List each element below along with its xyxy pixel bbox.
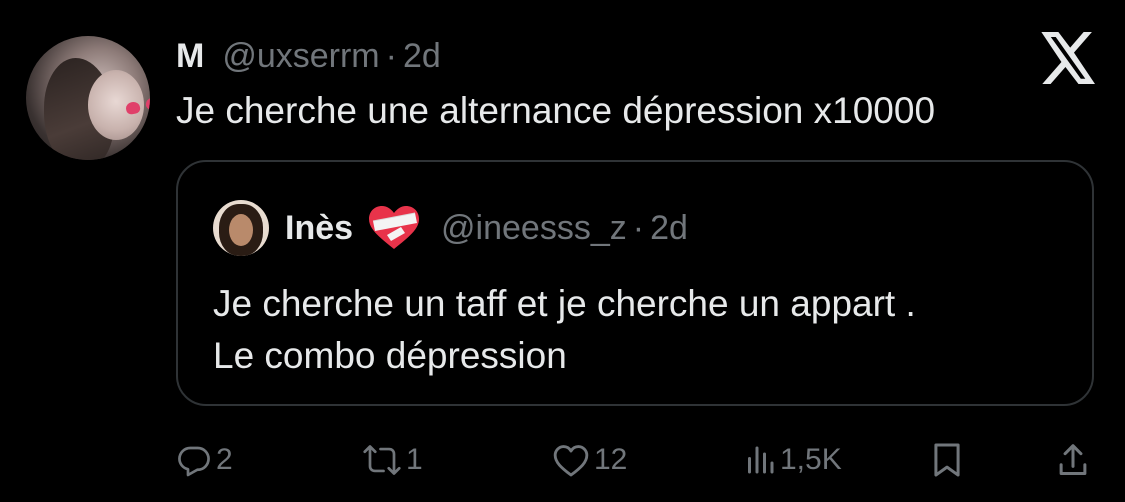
views-icon	[748, 446, 774, 474]
author-avatar[interactable]	[26, 36, 150, 160]
repost-icon	[363, 445, 401, 475]
views-button[interactable]: 1,5K	[744, 434, 842, 486]
reply-button[interactable]: 2	[176, 434, 233, 486]
share-icon	[1059, 444, 1087, 475]
author-handle[interactable]: @uxserrm	[222, 37, 379, 76]
bookmark-button[interactable]	[930, 434, 964, 486]
mending-heart-emoji	[369, 206, 420, 249]
quoted-tweet[interactable]: Inès @ineesss_z · 2d Je cherche un taff …	[176, 160, 1094, 406]
author-name[interactable]: M	[176, 37, 204, 76]
quoted-separator-dot: ·	[632, 208, 645, 247]
reply-icon	[178, 446, 210, 477]
quoted-author-handle[interactable]: @ineesss_z	[441, 209, 627, 248]
repost-count: 1	[406, 443, 423, 476]
views-count: 1,5K	[780, 443, 842, 476]
tweet-time[interactable]: 2d	[403, 37, 441, 76]
separator-dot: ·	[385, 36, 397, 75]
quoted-text-line-1: Je cherche un taff et je cherche un appa…	[213, 283, 916, 324]
quoted-tweet-time[interactable]: 2d	[650, 209, 688, 248]
bookmark-icon	[934, 443, 960, 477]
repost-button[interactable]: 1	[362, 434, 423, 486]
tweet-text: Je cherche une alternance dépression x10…	[176, 90, 936, 131]
tweet-header: M @uxserrm · 2d	[176, 34, 441, 78]
x-logo-icon	[1041, 32, 1095, 84]
reply-count: 2	[216, 443, 233, 476]
quoted-author-name[interactable]: Inès	[285, 209, 353, 248]
quoted-text-line-2: Le combo dépression	[213, 335, 567, 376]
like-count: 12	[594, 443, 628, 476]
action-bar: 2 1 12 1,5K	[0, 434, 1125, 486]
quoted-tweet-text: Je cherche un taff et je cherche un appa…	[213, 278, 916, 382]
quoted-author-avatar[interactable]	[213, 200, 269, 256]
heart-icon	[553, 445, 589, 477]
like-button[interactable]: 12	[552, 434, 627, 486]
quoted-tweet-header: Inès @ineesss_z · 2d	[285, 204, 688, 252]
share-button[interactable]	[1056, 434, 1090, 486]
